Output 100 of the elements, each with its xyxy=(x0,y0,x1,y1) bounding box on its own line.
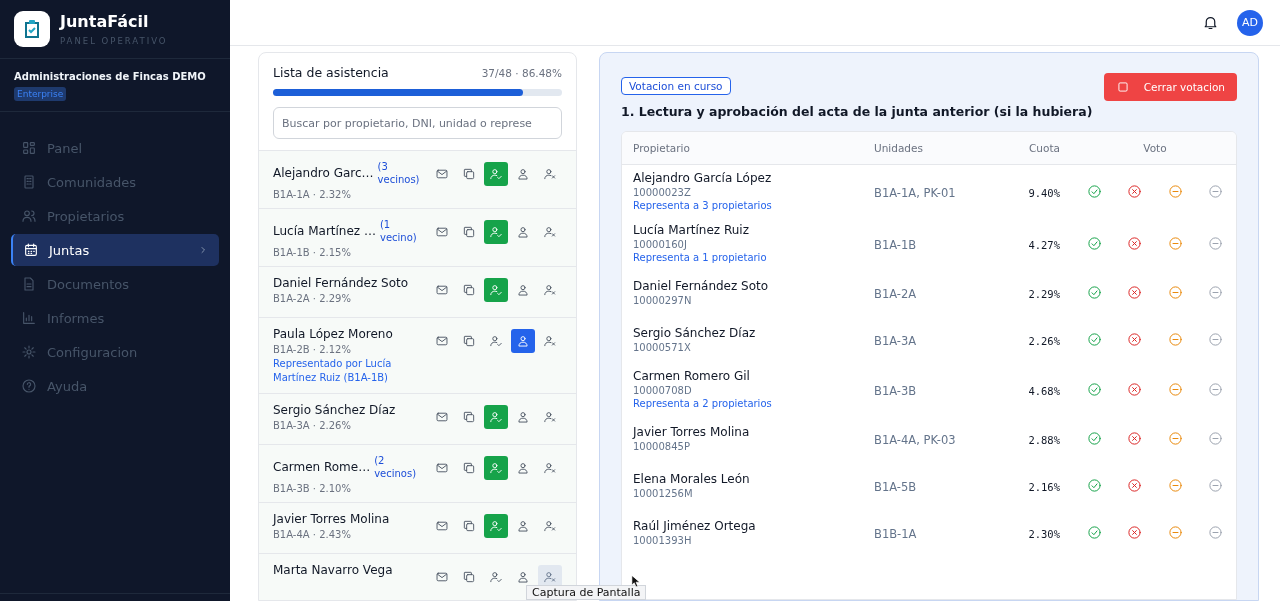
units-cell: B1A-3A xyxy=(874,334,917,348)
quota-cell: 2.29% xyxy=(1028,288,1060,300)
x-circle-icon[interactable] xyxy=(1127,525,1143,540)
owner-dni: 10000160J xyxy=(633,239,688,250)
person-check-icon xyxy=(489,167,503,181)
attendee-name: Lucía Martínez … xyxy=(273,224,376,238)
person-check-icon xyxy=(489,283,503,297)
person-check-icon xyxy=(489,461,503,475)
search-field[interactable]: Buscar por propietario, DNI, unidad o represe xyxy=(273,107,562,139)
document-icon xyxy=(21,276,37,292)
owner-dni: 10000297N xyxy=(633,295,693,306)
check-circle-icon[interactable] xyxy=(1086,235,1102,251)
copy-icon xyxy=(462,225,476,239)
close-voting-button[interactable]: Cerrar votacion xyxy=(1103,73,1237,101)
quota-cell: 4.68% xyxy=(1028,384,1060,397)
nav-item[interactable]: Documentos xyxy=(11,268,219,300)
present-button[interactable] xyxy=(484,220,508,244)
app-name: JuntaFácil xyxy=(60,12,150,31)
minus-circle-icon[interactable] xyxy=(1167,332,1183,347)
quota-cell: 2.30% xyxy=(1028,528,1060,540)
minus-circle-icon[interactable] xyxy=(1208,235,1224,251)
present-button[interactable] xyxy=(484,405,508,429)
x-circle-icon[interactable] xyxy=(1127,431,1143,446)
nav-item[interactable]: Juntas xyxy=(11,234,219,266)
column-header: Cuota xyxy=(1028,142,1060,154)
nav-item[interactable]: Configuracion xyxy=(11,336,219,368)
nav-item[interactable]: Propietarios xyxy=(11,200,219,232)
minus-circle-icon[interactable] xyxy=(1167,525,1183,540)
representation-link[interactable]: Representa a 3 propietarios xyxy=(633,200,874,211)
calendar-icon xyxy=(23,242,39,258)
minus-circle-icon[interactable] xyxy=(1208,381,1224,397)
present-button[interactable] xyxy=(484,278,508,302)
x-circle-icon[interactable] xyxy=(1127,381,1143,397)
person-icon xyxy=(516,519,530,533)
check-circle-icon[interactable] xyxy=(1086,525,1102,540)
x-circle-icon[interactable] xyxy=(1127,183,1143,199)
quota-cell: 2.26% xyxy=(1028,335,1060,347)
person-x-icon xyxy=(543,225,557,239)
x-circle-icon[interactable] xyxy=(1127,332,1143,347)
check-circle-icon[interactable] xyxy=(1086,332,1102,347)
minus-circle-icon[interactable] xyxy=(1208,285,1224,300)
email-icon xyxy=(435,225,449,239)
person-icon xyxy=(516,410,530,424)
person-x-icon xyxy=(543,334,557,348)
x-circle-icon[interactable] xyxy=(1127,285,1143,300)
x-circle-icon[interactable] xyxy=(1127,478,1143,493)
unit-quota: B1A-2A · 2.29% xyxy=(273,293,352,304)
check-circle-icon[interactable] xyxy=(1086,381,1102,397)
owner-dni: 10000845P xyxy=(633,441,691,452)
email-icon xyxy=(435,461,449,475)
owner-name: Javier Torres Molina xyxy=(633,425,751,439)
minus-circle-icon[interactable] xyxy=(1208,525,1224,540)
nav-item[interactable]: Informes xyxy=(11,302,219,334)
minus-circle-icon[interactable] xyxy=(1167,235,1183,251)
attendee-name: Daniel Fernández Soto xyxy=(273,276,409,290)
owner-name: Alejandro García López xyxy=(633,171,773,185)
plan-badge: Enterprise xyxy=(14,87,67,101)
unit-quota: B1A-3B · 2.10% xyxy=(273,483,352,494)
present-button[interactable] xyxy=(484,456,508,480)
present-button[interactable] xyxy=(484,514,508,538)
check-circle-icon[interactable] xyxy=(1086,183,1102,199)
minus-circle-icon[interactable] xyxy=(1167,285,1183,300)
person-check-icon xyxy=(489,334,503,348)
minus-circle-icon[interactable] xyxy=(1208,431,1224,446)
unit-quota: B1A-2B · 2.12% xyxy=(273,344,352,355)
column-header: Unidades xyxy=(874,142,924,154)
quota-cell: 9.40% xyxy=(1028,186,1060,199)
minus-circle-icon[interactable] xyxy=(1208,332,1224,347)
copy-icon xyxy=(462,334,476,348)
check-circle-icon[interactable] xyxy=(1086,431,1102,446)
minus-circle-icon[interactable] xyxy=(1167,478,1183,493)
app-subtitle: PANEL OPERATIVO xyxy=(60,36,168,46)
minus-circle-icon[interactable] xyxy=(1167,183,1183,199)
minus-circle-icon[interactable] xyxy=(1208,183,1224,199)
units-cell: B1A-1B xyxy=(874,237,917,252)
notification-icon[interactable] xyxy=(1202,14,1219,31)
users-icon xyxy=(21,208,37,224)
owner-name: Sergio Sánchez Díaz xyxy=(633,326,757,340)
nav-item[interactable]: Ayuda xyxy=(11,370,219,402)
nav-item[interactable]: Comunidades xyxy=(11,166,219,198)
minus-circle-icon[interactable] xyxy=(1167,431,1183,446)
person-check-icon xyxy=(489,225,503,239)
representation-link[interactable]: Representa a 2 propietarios xyxy=(633,398,874,409)
proxy-button[interactable] xyxy=(511,329,535,353)
owner-name: Carmen Romero Gil xyxy=(633,369,751,383)
present-button[interactable] xyxy=(484,162,508,186)
user-avatar[interactable]: AD xyxy=(1237,9,1263,36)
square-icon xyxy=(1115,80,1130,94)
check-circle-icon[interactable] xyxy=(1086,478,1102,493)
nav-item[interactable]: Panel xyxy=(11,132,219,164)
minus-circle-icon[interactable] xyxy=(1208,478,1224,493)
minus-circle-icon[interactable] xyxy=(1167,381,1183,397)
x-circle-icon[interactable] xyxy=(1127,235,1143,251)
email-icon xyxy=(435,570,449,584)
representation-link[interactable]: Representa a 1 propietario xyxy=(633,252,874,263)
check-circle-icon[interactable] xyxy=(1086,285,1102,300)
person-x-icon xyxy=(543,570,557,584)
help-icon xyxy=(21,378,37,394)
owner-dni: 10001256M xyxy=(633,488,694,499)
person-icon xyxy=(516,461,530,475)
